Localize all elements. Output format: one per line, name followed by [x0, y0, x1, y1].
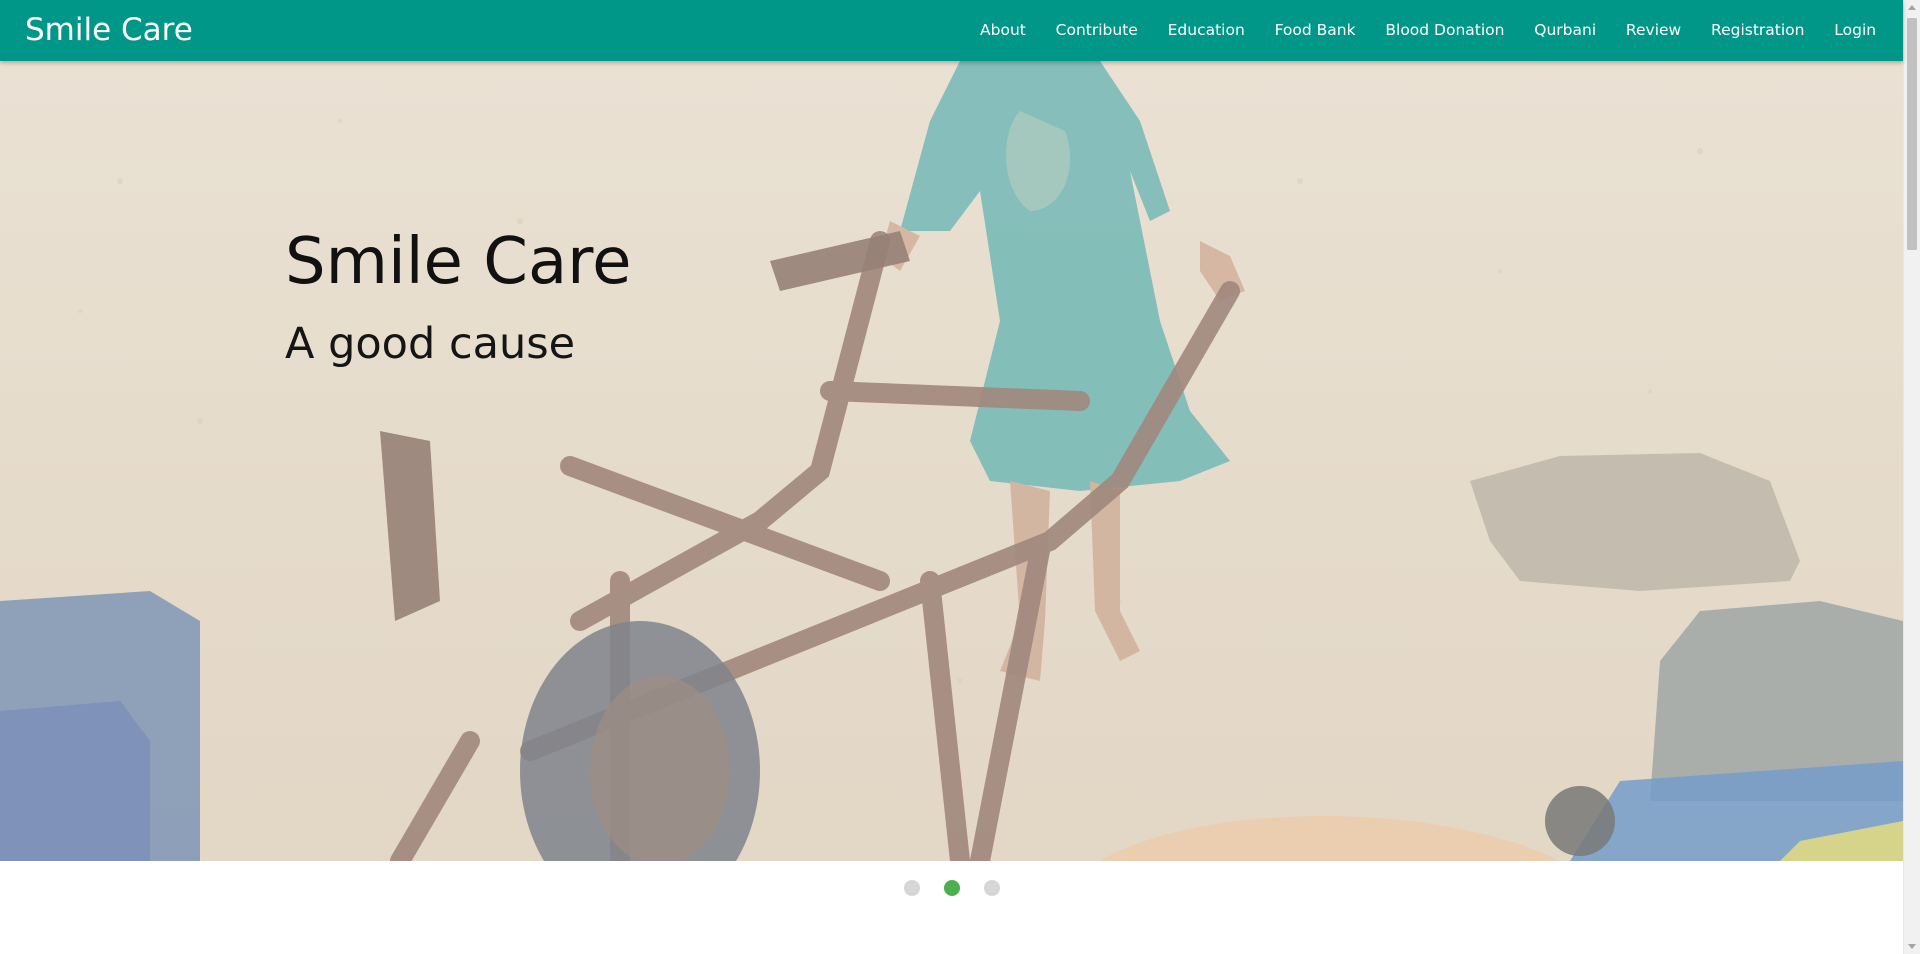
carousel-indicators [0, 880, 1903, 896]
nav-link-review[interactable]: Review [1611, 0, 1696, 61]
scroll-down-arrow-icon[interactable] [1908, 944, 1916, 949]
nav-link-login[interactable]: Login [1819, 0, 1891, 61]
nav-link-food-bank[interactable]: Food Bank [1260, 0, 1371, 61]
carousel-indicator-3[interactable] [983, 880, 1000, 896]
top-navbar: Smile Care About Contribute Education Fo… [0, 0, 1903, 61]
carousel-indicator-1[interactable] [903, 880, 920, 896]
scroll-up-arrow-icon[interactable] [1908, 5, 1916, 10]
nav-link-registration[interactable]: Registration [1696, 0, 1819, 61]
nav-menu: About Contribute Education Food Bank Blo… [965, 0, 1891, 61]
nav-link-qurbani[interactable]: Qurbani [1519, 0, 1611, 61]
nav-link-education[interactable]: Education [1153, 0, 1260, 61]
hero-subtitle: A good cause [285, 319, 576, 369]
carousel-indicator-2[interactable] [943, 880, 960, 896]
page-scrollbar[interactable] [1903, 0, 1920, 954]
nav-link-blood-donation[interactable]: Blood Donation [1370, 0, 1519, 61]
brand-logo-link[interactable]: Smile Care [25, 10, 193, 50]
hero-title: Smile Care [285, 225, 632, 299]
scrollbar-thumb[interactable] [1907, 18, 1917, 250]
hero-overlay [0, 61, 1903, 861]
nav-link-contribute[interactable]: Contribute [1041, 0, 1153, 61]
nav-link-about[interactable]: About [965, 0, 1041, 61]
hero-carousel: Smile Care A good cause [0, 61, 1903, 861]
